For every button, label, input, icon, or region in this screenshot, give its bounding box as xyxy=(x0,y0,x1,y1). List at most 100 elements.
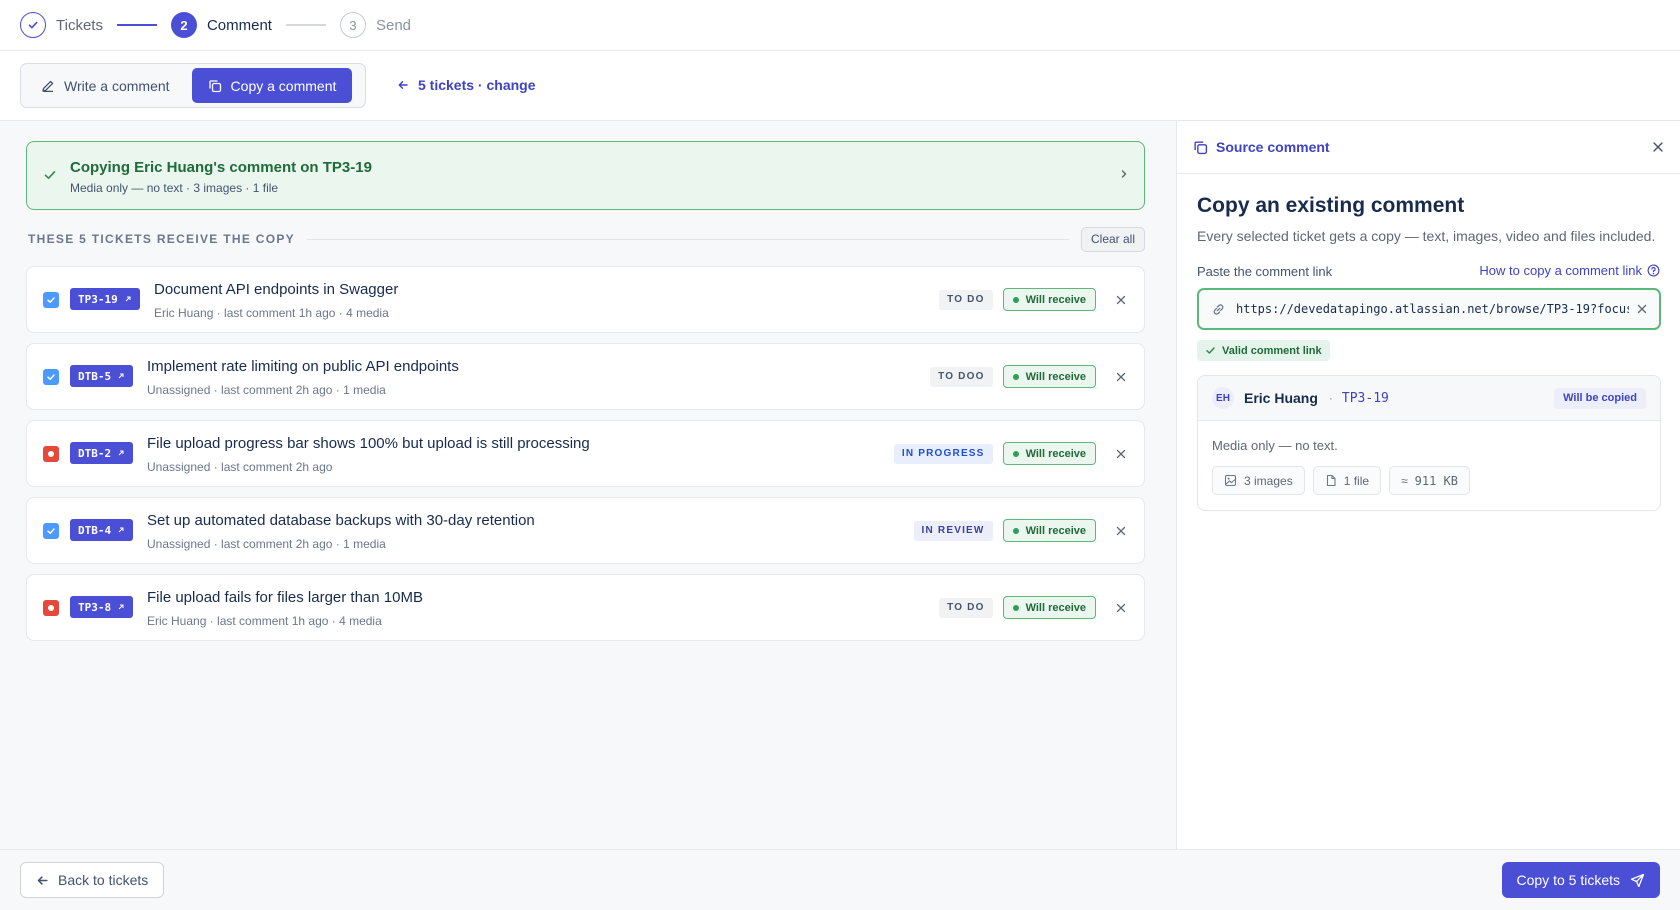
images-chip: 3 images xyxy=(1212,466,1305,495)
size-chip: ≈ 911 KB xyxy=(1389,466,1471,495)
clear-link-button[interactable] xyxy=(1637,304,1647,314)
receive-badge: Will receive xyxy=(1002,442,1096,465)
external-link-icon xyxy=(118,373,124,379)
files-chip: 1 file xyxy=(1312,466,1382,495)
close-icon xyxy=(1116,372,1126,381)
remove-ticket-button[interactable] xyxy=(1114,447,1128,461)
comment-author: Eric Huang xyxy=(1244,390,1318,406)
status-badge: IN REVIEW xyxy=(913,520,993,541)
ticket-key-link[interactable]: TP3-19 xyxy=(70,288,140,310)
ticket-key-link[interactable]: DTB-4 xyxy=(70,519,134,541)
close-panel-button[interactable] xyxy=(1652,141,1664,153)
copy-status-banner[interactable]: Copying Eric Huang's comment on TP3-19 M… xyxy=(26,141,1145,210)
panel-description: Every selected ticket gets a copy — text… xyxy=(1197,228,1656,244)
approx-symbol: ≈ xyxy=(1401,473,1408,488)
total-size: 911 KB xyxy=(1414,473,1459,488)
ticket-meta: Eric Huang · last comment 1h ago · 4 med… xyxy=(147,614,382,628)
step-number: 2 xyxy=(170,12,197,38)
status-dot xyxy=(1012,373,1019,380)
ticket-key-link[interactable]: TP3-8 xyxy=(70,596,134,618)
external-link-icon xyxy=(118,527,124,533)
ticket-meta: Unassigned · last comment 2h ago xyxy=(147,460,333,474)
ticket-row: DTB-4 Set up automated database backups … xyxy=(26,497,1145,564)
step-connector xyxy=(285,24,326,26)
images-count: 3 images xyxy=(1244,473,1293,488)
remove-ticket-button[interactable] xyxy=(1114,601,1128,615)
write-comment-label: Write a comment xyxy=(64,77,170,94)
ticket-title: File upload fails for files larger than … xyxy=(147,589,423,606)
close-icon xyxy=(1116,295,1126,304)
bug-icon xyxy=(43,600,59,616)
panel-title: Copy an existing comment xyxy=(1197,194,1465,217)
howto-label: How to copy a comment link xyxy=(1479,263,1642,278)
files-count: 1 file xyxy=(1343,473,1370,488)
ticket-title: File upload progress bar shows 100% but … xyxy=(147,435,590,452)
divider xyxy=(306,238,1069,240)
howto-copy-link[interactable]: How to copy a comment link xyxy=(1479,263,1660,278)
ticket-title: Document API endpoints in Swagger xyxy=(154,281,399,298)
copy-to-tickets-button[interactable]: Copy to 5 tickets xyxy=(1501,862,1660,898)
task-icon xyxy=(43,369,59,385)
stepper: Tickets 2 Comment 3 Send xyxy=(0,0,1680,51)
section-title: THESE 5 TICKETS RECEIVE THE COPY xyxy=(28,232,295,246)
banner-subtitle: Media only — no text · 3 images · 1 file xyxy=(70,181,279,195)
step-label: Tickets xyxy=(56,16,103,34)
status-badge: IN PROGRESS xyxy=(893,443,993,464)
source-comment-panel: Source comment Copy an existing comment … xyxy=(1176,121,1680,849)
external-link-icon xyxy=(125,296,131,302)
ticket-meta: Unassigned · last comment 2h ago · 1 med… xyxy=(147,537,386,551)
ticket-key: DTB-4 xyxy=(78,523,112,537)
close-icon xyxy=(1653,142,1663,152)
link-icon xyxy=(1213,303,1224,315)
valid-link-label: Valid comment link xyxy=(1222,344,1322,357)
close-icon xyxy=(1116,526,1126,535)
step-send[interactable]: 3 Send xyxy=(339,12,411,38)
will-be-copied-badge: Will be copied xyxy=(1554,387,1646,409)
task-icon xyxy=(43,292,59,308)
chevron-right-icon xyxy=(1121,170,1127,178)
copy-comment-button[interactable]: Copy a comment xyxy=(191,68,353,103)
receive-badge: Will receive xyxy=(1002,365,1096,388)
ticket-row: TP3-19 Document API endpoints in Swagger… xyxy=(26,266,1145,333)
status-badge: TO DO xyxy=(939,289,993,310)
receive-label: Will receive xyxy=(1025,370,1086,383)
remove-ticket-button[interactable] xyxy=(1114,524,1128,538)
ticket-key-link[interactable]: DTB-5 xyxy=(70,365,134,387)
avatar: EH xyxy=(1212,387,1234,409)
comment-body: Media only — no text. xyxy=(1212,438,1338,453)
banner-title: Copying Eric Huang's comment on TP3-19 xyxy=(70,159,372,176)
write-comment-button[interactable]: Write a comment xyxy=(25,68,186,103)
check-icon xyxy=(44,171,56,179)
valid-link-badge: Valid comment link xyxy=(1197,340,1330,361)
step-number: 3 xyxy=(339,12,366,38)
ticket-key: TP3-19 xyxy=(78,292,118,306)
mode-switch: Write a comment Copy a comment xyxy=(20,63,366,108)
receive-badge: Will receive xyxy=(1002,288,1096,311)
source-ticket-key[interactable]: TP3-19 xyxy=(1342,391,1389,406)
back-label: Back to tickets xyxy=(58,872,149,888)
comment-link-field[interactable] xyxy=(1197,288,1661,330)
remove-ticket-button[interactable] xyxy=(1114,293,1128,307)
ticket-list: TP3-19 Document API endpoints in Swagger… xyxy=(26,266,1145,651)
separator: · xyxy=(1328,391,1333,405)
comment-link-input[interactable] xyxy=(1236,302,1629,316)
status-badge: TO DOO xyxy=(930,366,993,387)
step-tickets[interactable]: Tickets xyxy=(20,12,103,38)
clear-all-button[interactable]: Clear all xyxy=(1080,226,1145,252)
copy-icon xyxy=(208,79,221,92)
ticket-key-link[interactable]: DTB-2 xyxy=(70,442,134,464)
image-icon xyxy=(1224,474,1237,487)
step-comment[interactable]: 2 Comment xyxy=(170,12,272,38)
tickets-change-link[interactable]: 5 tickets · change xyxy=(397,77,536,93)
ticket-title: Implement rate limiting on public API en… xyxy=(147,358,459,375)
toolbar: Write a comment Copy a comment 5 tickets… xyxy=(0,51,1680,121)
ticket-key: DTB-2 xyxy=(78,446,112,460)
back-to-tickets-button[interactable]: Back to tickets xyxy=(20,862,165,898)
arrow-left-icon xyxy=(37,875,48,885)
remove-ticket-button[interactable] xyxy=(1114,370,1128,384)
ticket-meta: Unassigned · last comment 2h ago · 1 med… xyxy=(147,383,386,397)
panel-header: Source comment xyxy=(1177,121,1680,174)
ticket-row: DTB-5 Implement rate limiting on public … xyxy=(26,343,1145,410)
ticket-row: DTB-2 File upload progress bar shows 100… xyxy=(26,420,1145,487)
external-link-icon xyxy=(118,450,124,456)
